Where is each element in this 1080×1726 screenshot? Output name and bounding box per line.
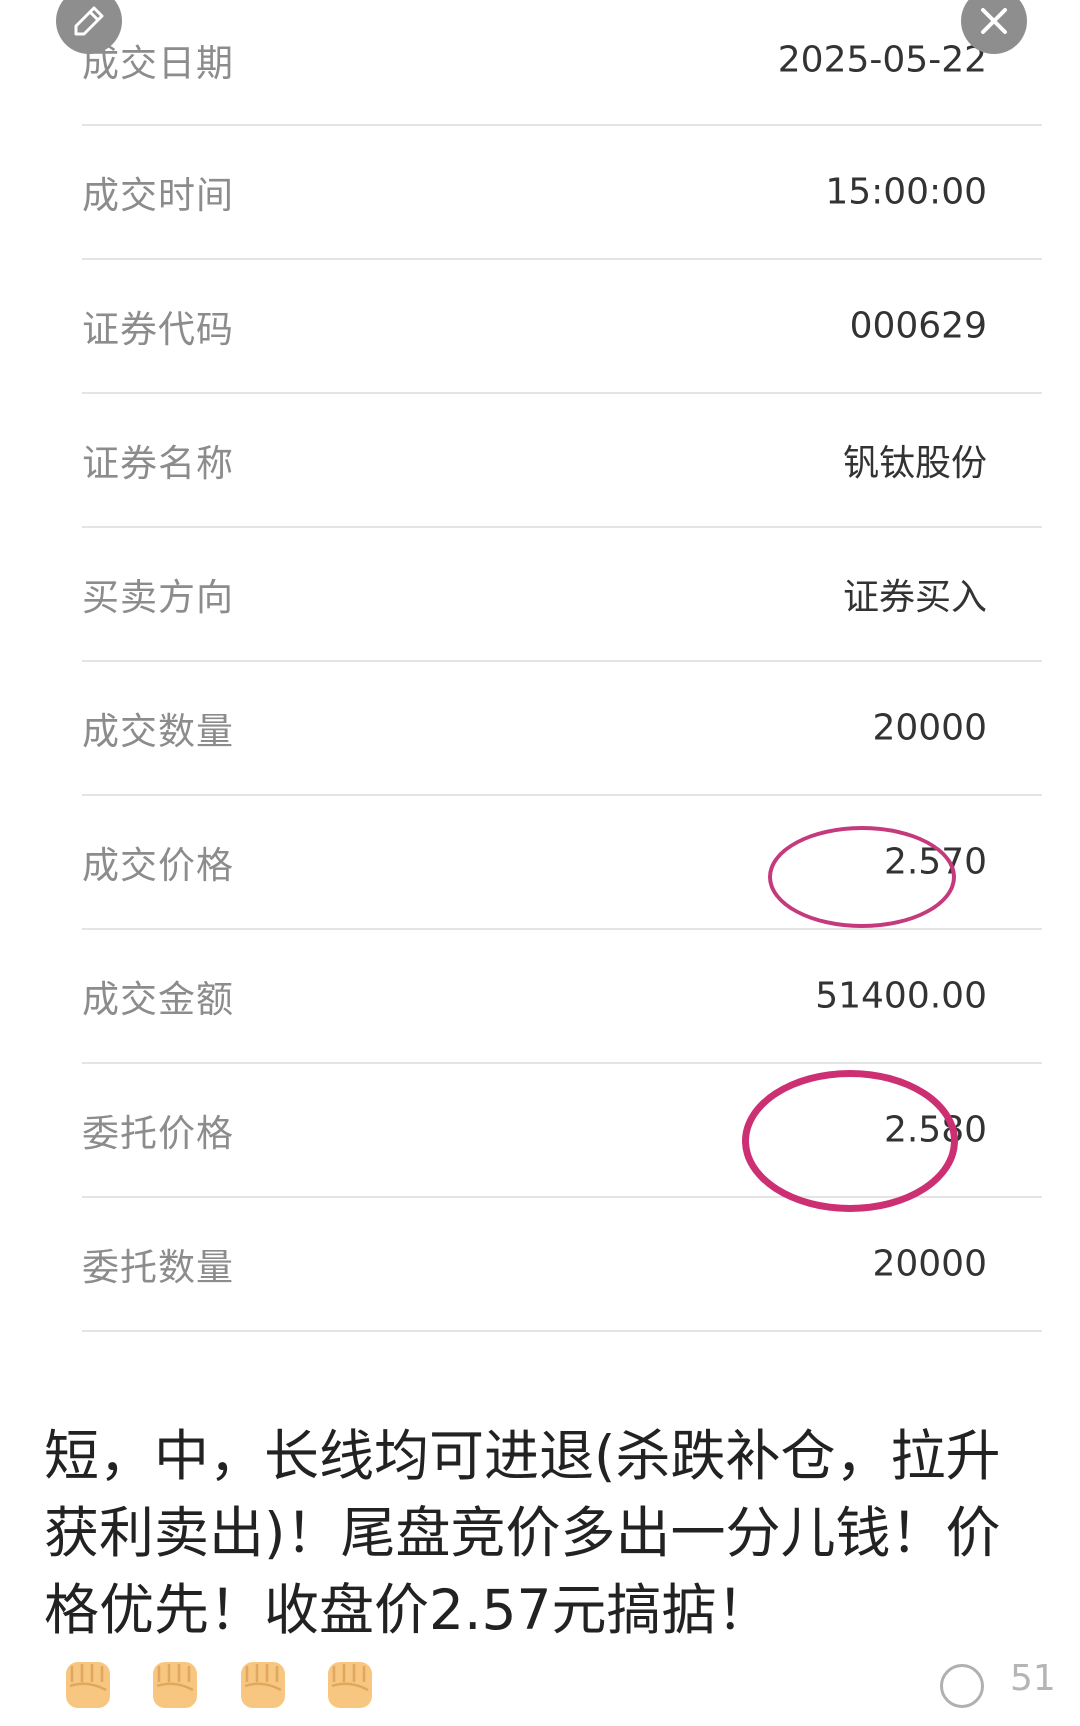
trade-time-value: 15:00:00 — [825, 171, 987, 213]
trade-time-label: 成交时间 — [82, 174, 234, 217]
security-name-value: 钒钛股份 — [842, 443, 987, 484]
trade-direction-value: 证券买入 — [842, 577, 987, 618]
trade-amount-label: 成交金额 — [82, 978, 234, 1021]
raised-fist-icon — [328, 1662, 373, 1708]
trade-price-label: 成交价格 — [82, 844, 234, 887]
row-order-quantity: 委托数量 20000 — [82, 1198, 1042, 1332]
security-code-value: 000629 — [849, 305, 987, 347]
raised-fist-icon — [153, 1662, 198, 1708]
row-trade-price: 成交价格 2.570 — [82, 796, 1042, 930]
close-icon — [981, 8, 1007, 34]
raised-fist-icon — [66, 1662, 110, 1708]
order-price-label: 委托价格 — [82, 1112, 234, 1155]
raised-fist-icon — [240, 1662, 285, 1708]
row-trade-date: 成交日期 2025-05-22 — [82, 0, 1042, 126]
row-trade-direction: 买卖方向 证券买入 — [82, 528, 1042, 662]
post-caption: 短，中，长线均可进退(杀跌补仓，拉升获利卖出)！尾盘竞价多出一分儿钱！价格优先！… — [44, 1418, 1044, 1726]
trade-date-value: 2025-05-22 — [777, 39, 987, 81]
trade-quantity-value: 20000 — [872, 707, 987, 749]
trade-quantity-label: 成交数量 — [82, 710, 234, 753]
security-code-label: 证券代码 — [82, 308, 234, 351]
trade-detail-list: 成交日期 2025-05-22 成交时间 15:00:00 证券代码 00062… — [82, 0, 1042, 1332]
order-price-value: 2.580 — [883, 1109, 987, 1151]
row-security-name: 证券名称 钒钛股份 — [82, 394, 1042, 528]
order-quantity-value: 20000 — [872, 1243, 987, 1285]
smile-icon[interactable] — [940, 1664, 984, 1708]
row-order-price: 委托价格 2.580 — [82, 1064, 1042, 1198]
row-security-code: 证券代码 000629 — [82, 260, 1042, 394]
emoji-group — [58, 1649, 390, 1726]
trade-amount-value: 51400.00 — [815, 975, 987, 1017]
security-name-label: 证券名称 — [82, 442, 234, 485]
row-trade-amount: 成交金额 51400.00 — [82, 930, 1042, 1064]
order-quantity-label: 委托数量 — [82, 1246, 234, 1289]
row-trade-time: 成交时间 15:00:00 — [82, 126, 1042, 260]
trade-direction-label: 买卖方向 — [82, 576, 234, 619]
pencil-icon — [74, 6, 104, 36]
row-trade-quantity: 成交数量 20000 — [82, 662, 1042, 796]
reaction-count: 51 — [1010, 1658, 1056, 1699]
caption-text: 短，中，长线均可进退(杀跌补仓，拉升获利卖出)！尾盘竞价多出一分儿钱！价格优先！… — [44, 1424, 1001, 1642]
trade-price-value: 2.570 — [883, 841, 987, 883]
